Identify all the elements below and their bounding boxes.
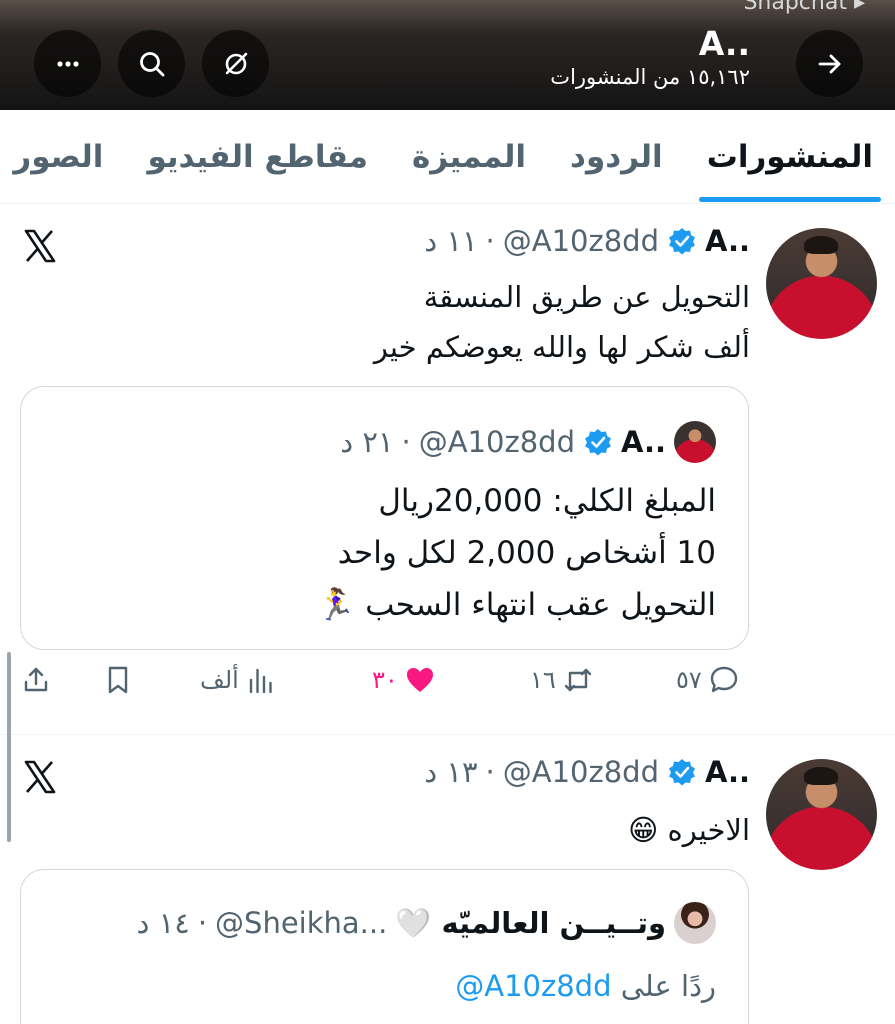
tweet-timestamp[interactable]: ١٣ د bbox=[424, 755, 477, 789]
quote-timestamp: ٢١ د bbox=[340, 425, 394, 459]
tweet-header: A.. @A10z8dd · ١١ د bbox=[424, 224, 750, 258]
quoted-tweet[interactable]: وتــيــن العالميّه 🤍 @Sheikha... · ١٤ د … bbox=[20, 869, 749, 1024]
tab-highlights[interactable]: المميزة bbox=[412, 110, 526, 204]
quote-timestamp: ١٤ د bbox=[136, 906, 190, 940]
profile-tabs: المنشورات الردود المميزة مقاطع الفيديو ا… bbox=[0, 110, 895, 204]
tweet-actions: ألف ٣٠ ١٦ ٥٧ bbox=[0, 664, 895, 714]
quote-author-name: A.. bbox=[620, 425, 666, 459]
quote-header: A.. @A10z8dd · ٢١ د bbox=[340, 421, 716, 463]
quote-avatar bbox=[674, 902, 716, 944]
reply-bubble-icon bbox=[710, 666, 737, 693]
quote-author-name: وتــيــن العالميّه 🤍 bbox=[395, 905, 666, 940]
grok-button[interactable] bbox=[202, 30, 269, 97]
tab-videos[interactable]: مقاطع الفيديو bbox=[147, 110, 368, 204]
arrow-right-icon bbox=[818, 54, 840, 73]
tweet-author-name[interactable]: A.. bbox=[705, 755, 750, 789]
tab-posts[interactable]: المنشورات bbox=[698, 110, 882, 204]
quote-author-handle: @A10z8dd bbox=[418, 425, 575, 459]
meta-separator: · bbox=[485, 224, 495, 258]
avatar[interactable] bbox=[766, 759, 877, 870]
meta-separator: · bbox=[401, 425, 411, 459]
tweet-author-handle[interactable]: @A10z8dd bbox=[503, 224, 659, 258]
profile-title-block: A.. ١٥,١٦٢ من المنشورات bbox=[550, 24, 750, 89]
quote-text: المبلغ الكلي: 20,000ريال 10 أشخاص 2,000 … bbox=[317, 475, 716, 631]
tab-photos[interactable]: الصور bbox=[13, 110, 103, 204]
verified-badge-icon bbox=[668, 228, 695, 255]
profile-name: A.. bbox=[698, 24, 750, 63]
more-button[interactable] bbox=[34, 30, 101, 97]
bookmark-button[interactable] bbox=[102, 664, 134, 696]
back-button[interactable] bbox=[796, 30, 863, 97]
quoted-tweet[interactable]: A.. @A10z8dd · ٢١ د المبلغ الكلي: 20,000… bbox=[20, 386, 749, 650]
views-button[interactable]: ألف bbox=[200, 664, 277, 696]
reply-button[interactable]: ٥٧ bbox=[676, 664, 740, 696]
quote-author-handle: @Sheikha... bbox=[215, 906, 388, 940]
status-app-label: Snapchat ▸ bbox=[743, 0, 865, 15]
repost-icon bbox=[564, 668, 591, 692]
quote-avatar bbox=[674, 421, 716, 463]
post-count: ١٥,١٦٢ من المنشورات bbox=[550, 65, 750, 89]
x-logo-icon bbox=[24, 229, 56, 263]
tweet-text: الاخيره 😁 bbox=[628, 805, 750, 855]
tweet[interactable]: A.. @A10z8dd · ١٣ د الاخيره 😁 وتــيــن ا… bbox=[0, 735, 895, 1024]
x-logo-icon bbox=[24, 760, 56, 794]
reply-prefix: ردًا على bbox=[620, 969, 716, 1003]
search-icon bbox=[139, 51, 164, 76]
tweet-text: التحويل عن طريق المنسقة ألف شكر لها والل… bbox=[374, 272, 750, 372]
avatar[interactable] bbox=[766, 228, 877, 339]
verified-badge-icon bbox=[668, 759, 695, 786]
heart-filled-icon bbox=[406, 668, 433, 692]
tweet-timestamp[interactable]: ١١ د bbox=[424, 224, 477, 258]
bookmark-icon bbox=[108, 666, 128, 694]
tweet-text-line: ألف شكر لها والله يعوضكم خير bbox=[373, 330, 750, 364]
meta-separator: · bbox=[485, 755, 495, 789]
views-chart-icon bbox=[249, 668, 272, 694]
profile-header: Snapchat ▸ A.. ١٥,١٦٢ من المنشورات bbox=[0, 0, 895, 110]
more-icon bbox=[56, 60, 79, 67]
tweet-author-name[interactable]: A.. bbox=[705, 224, 750, 258]
reply-count: ٥٧ bbox=[676, 666, 702, 694]
views-count: ألف bbox=[200, 666, 239, 694]
tab-replies[interactable]: الردود bbox=[570, 110, 663, 204]
quote-text-line: التحويل عقب انتهاء السحب 🏃‍♀️ bbox=[316, 587, 716, 623]
share-button[interactable] bbox=[20, 664, 52, 696]
repost-count: ١٦ bbox=[530, 666, 556, 694]
verified-badge-icon bbox=[584, 429, 611, 456]
tweet-text-line: الاخيره 😁 bbox=[628, 813, 750, 847]
like-button[interactable]: ٣٠ bbox=[372, 664, 436, 696]
tweet-author-handle[interactable]: @A10z8dd bbox=[503, 755, 659, 789]
search-button[interactable] bbox=[118, 30, 185, 97]
tweet-header: A.. @A10z8dd · ١٣ د bbox=[424, 755, 750, 789]
grok-icon bbox=[225, 52, 247, 74]
meta-separator: · bbox=[197, 906, 208, 940]
quote-header: وتــيــن العالميّه 🤍 @Sheikha... · ١٤ د bbox=[137, 902, 716, 944]
quote-text-line: المبلغ الكلي: 20,000ريال bbox=[378, 483, 716, 519]
reply-mention-link[interactable]: @A10z8dd bbox=[455, 960, 611, 1012]
like-count: ٣٠ bbox=[372, 666, 398, 694]
repost-button[interactable]: ١٦ bbox=[530, 664, 594, 696]
share-icon bbox=[24, 667, 48, 692]
tweet[interactable]: A.. @A10z8dd · ١١ د التحويل عن طريق المن… bbox=[0, 204, 895, 734]
quote-text-line: 10 أشخاص 2,000 لكل واحد bbox=[337, 535, 716, 571]
tweet-text-line: التحويل عن طريق المنسقة bbox=[423, 280, 750, 314]
reply-context: ردًا على @A10z8dd bbox=[455, 960, 716, 1012]
